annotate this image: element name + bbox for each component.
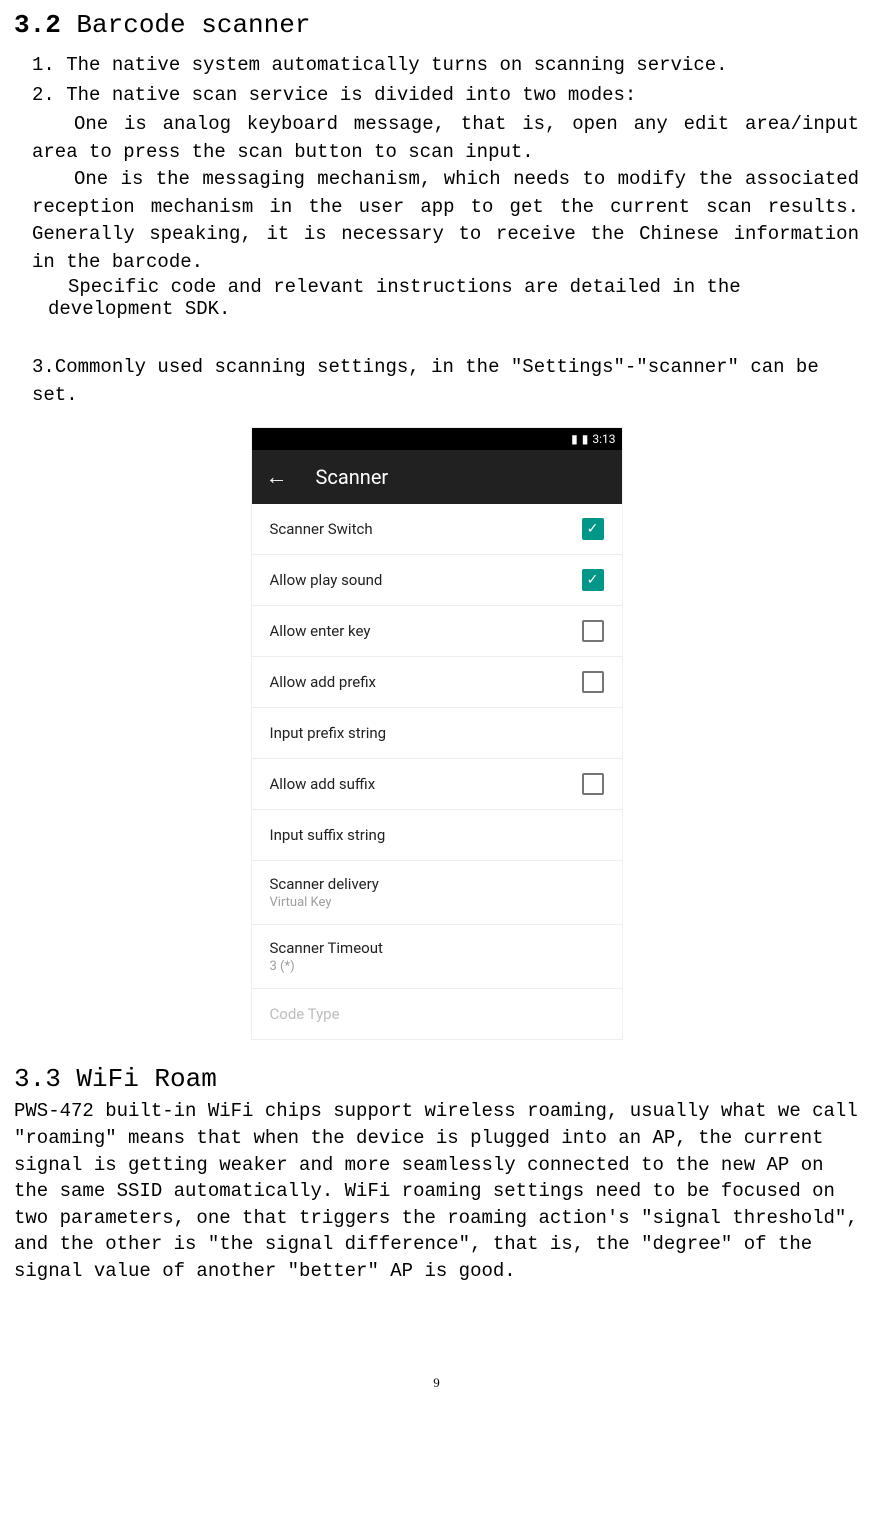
row-allow-add-suffix[interactable]: Allow add suffix [252,759,622,810]
row-scanner-delivery[interactable]: Scanner delivery Virtual Key [252,861,622,925]
section-3-2-heading: 3.2 Barcode scanner [14,10,859,40]
list-item-2c: Specific code and relevant instructions … [48,276,859,320]
status-bar: ▮ ▮ 3:13 [252,428,622,450]
row-code-type: Code Type [252,989,622,1039]
list-item-2: 2. The native scan service is divided in… [32,82,859,110]
section-3-3-body: PWS-472 built-in WiFi chips support wire… [14,1098,859,1284]
status-time: 3:13 [592,432,615,446]
scanner-settings-screenshot: ▮ ▮ 3:13 ← Scanner Scanner Switch Allow … [251,427,623,1040]
section-3-3-heading: 3.3 WiFi Roam [14,1064,859,1094]
checkbox-allow-add-suffix[interactable] [582,773,604,795]
battery-icon: ▮ [582,432,589,446]
row-input-suffix-string[interactable]: Input suffix string [252,810,622,861]
checkbox-scanner-switch[interactable] [582,518,604,540]
row-scanner-timeout[interactable]: Scanner Timeout 3 (*) [252,925,622,989]
list-item-1: 1. The native system automatically turns… [32,52,859,80]
back-arrow-icon[interactable]: ← [266,464,288,490]
row-scanner-switch[interactable]: Scanner Switch [252,504,622,555]
page-number: 9 [14,1375,859,1391]
appbar-title: Scanner [316,465,389,489]
row-allow-play-sound[interactable]: Allow play sound [252,555,622,606]
row-allow-enter-key[interactable]: Allow enter key [252,606,622,657]
list-item-2a: One is analog keyboard message, that is,… [32,111,859,166]
checkbox-allow-play-sound[interactable] [582,569,604,591]
checkbox-allow-enter-key[interactable] [582,620,604,642]
section-number: 3.2 [14,10,61,40]
list-item-3: 3.Commonly used scanning settings, in th… [32,354,859,409]
row-allow-add-prefix[interactable]: Allow add prefix [252,657,622,708]
app-bar: ← Scanner [252,450,622,504]
checkbox-allow-add-prefix[interactable] [582,671,604,693]
section-title: Barcode scanner [76,10,310,40]
row-input-prefix-string[interactable]: Input prefix string [252,708,622,759]
list-item-2b: One is the messaging mechanism, which ne… [32,166,859,276]
signal-icon: ▮ [571,432,578,446]
